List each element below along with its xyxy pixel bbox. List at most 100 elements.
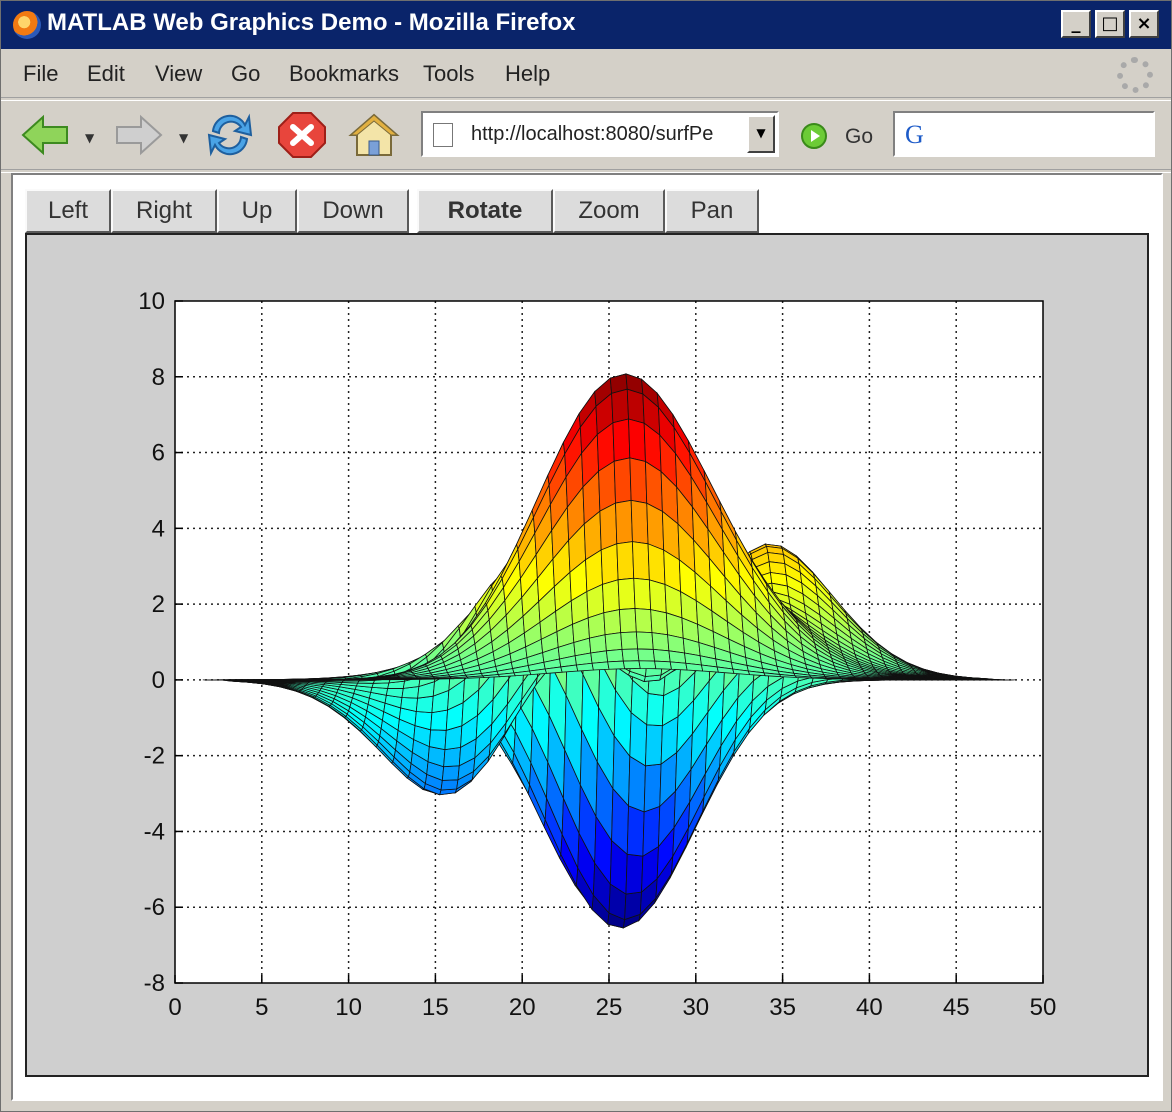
- x-tick-label: 50: [1030, 994, 1057, 1021]
- surface-patch: [628, 418, 646, 462]
- surface-patch: [604, 632, 623, 652]
- forward-icon[interactable]: [111, 109, 165, 161]
- right-button[interactable]: Right: [111, 189, 217, 233]
- surface-patch: [611, 388, 629, 424]
- search-box[interactable]: G: [893, 111, 1155, 157]
- window-title: MATLAB Web Graphics Demo - Mozilla Firef…: [47, 9, 576, 36]
- down-button[interactable]: Down: [297, 189, 409, 233]
- x-tick-label: 10: [335, 994, 362, 1021]
- surface-patch: [371, 682, 390, 689]
- surface-patch: [638, 660, 657, 670]
- up-button[interactable]: Up: [217, 189, 297, 233]
- surface-patch: [612, 418, 631, 462]
- surface-patch: [654, 660, 672, 670]
- x-tick-label: 0: [168, 994, 181, 1021]
- surface-patch: [618, 608, 637, 634]
- surface-patch: [622, 660, 641, 670]
- surface-patch: [575, 662, 594, 672]
- surface-plot[interactable]: 0 5 10 15 20 25 30 35 40 45 50 -8 -6 -4 -2 0 2 4 6 8 10: [27, 235, 1147, 1075]
- surface-patch: [652, 648, 671, 663]
- surface-patch: [668, 650, 687, 664]
- menu-edit[interactable]: Edit: [87, 61, 125, 87]
- x-tick-label: 30: [682, 994, 709, 1021]
- menu-file[interactable]: File: [23, 61, 58, 87]
- y-tick-label: 0: [152, 667, 165, 694]
- surface-patch: [590, 650, 609, 664]
- surface-patch: [626, 388, 645, 424]
- title-bar[interactable]: MATLAB Web Graphics Demo - Mozilla Firef…: [1, 1, 1171, 49]
- surface-patch: [589, 634, 607, 654]
- surface-patch: [645, 724, 663, 767]
- surface-patch: [629, 457, 648, 504]
- y-tick-label: -6: [144, 894, 165, 921]
- menu-bar: File Edit View Go Bookmarks Tools Help: [1, 51, 1171, 95]
- x-tick-label: 25: [596, 994, 623, 1021]
- maximize-button[interactable]: □: [1095, 10, 1125, 38]
- surface-patch: [615, 499, 633, 545]
- rotate-button[interactable]: Rotate: [417, 189, 553, 233]
- surface-patch: [667, 634, 685, 654]
- figure-panel[interactable]: 0 5 10 15 20 25 30 35 40 45 50 -8 -6 -4 -2 0 2 4 6 8 10: [25, 233, 1149, 1077]
- left-button[interactable]: Left: [25, 189, 111, 233]
- x-tick-label: 40: [856, 994, 883, 1021]
- surface-patch: [650, 609, 669, 636]
- browser-window: MATLAB Web Graphics Demo - Mozilla Firef…: [0, 0, 1172, 1112]
- surface-patch: [857, 678, 875, 680]
- x-tick-label: 5: [255, 994, 268, 1021]
- surface-patch: [621, 648, 640, 662]
- x-tick-label: 35: [769, 994, 796, 1021]
- menu-tools[interactable]: Tools: [423, 61, 474, 87]
- reload-icon[interactable]: [203, 109, 257, 161]
- y-tick-label: 8: [152, 364, 165, 391]
- pan-button[interactable]: Pan: [665, 189, 759, 233]
- close-button[interactable]: ×: [1129, 10, 1159, 38]
- surface-patch: [428, 729, 447, 751]
- y-tick-label: 4: [152, 515, 165, 542]
- zoom-button[interactable]: Zoom: [553, 189, 665, 233]
- surface-patch: [602, 579, 620, 614]
- go-button-label[interactable]: Go: [845, 125, 873, 149]
- surface-patch: [633, 577, 652, 611]
- address-bar[interactable]: http://localhost:8080/surfPe ▼: [421, 111, 779, 157]
- surface-patch: [625, 853, 644, 895]
- surface-patch: [599, 502, 618, 551]
- surface-patch: [435, 677, 455, 680]
- x-tick-label: 45: [943, 994, 970, 1021]
- menu-bookmarks[interactable]: Bookmarks: [289, 61, 399, 87]
- surface-patch: [603, 609, 622, 636]
- x-tick-label: 15: [422, 994, 449, 1021]
- surface-patch: [600, 543, 619, 585]
- surface-patch: [651, 632, 670, 652]
- address-dropdown-button[interactable]: ▼: [747, 115, 775, 153]
- minimize-button[interactable]: _: [1061, 10, 1091, 38]
- home-icon[interactable]: [347, 109, 401, 161]
- surface-patch: [613, 457, 632, 504]
- surface-patch: [420, 678, 438, 680]
- menu-help[interactable]: Help: [505, 61, 550, 87]
- surface-patch: [430, 709, 448, 731]
- forward-dropdown-icon[interactable]: ▼: [179, 131, 188, 145]
- surface-patch: [620, 631, 639, 650]
- throbber-icon: [1117, 57, 1153, 93]
- back-dropdown-icon[interactable]: ▼: [85, 131, 94, 145]
- surface-patch: [616, 541, 635, 581]
- menu-view[interactable]: View: [155, 61, 202, 87]
- surface-patch: [648, 579, 667, 614]
- back-icon[interactable]: [19, 109, 73, 161]
- surface-patch: [637, 648, 656, 662]
- go-icon[interactable]: [801, 123, 827, 149]
- y-tick-label: -8: [144, 970, 165, 997]
- y-tick-label: 2: [152, 591, 165, 618]
- stop-icon[interactable]: [275, 109, 329, 161]
- menu-go[interactable]: Go: [231, 61, 260, 87]
- address-input[interactable]: http://localhost:8080/surfPe: [471, 123, 741, 146]
- surface-patch: [635, 631, 654, 650]
- surface-patch: [404, 678, 422, 680]
- surface-patch: [443, 746, 462, 768]
- surface-patch: [626, 805, 645, 857]
- google-search-icon[interactable]: G: [905, 121, 931, 149]
- y-tick-label: 6: [152, 440, 165, 467]
- surface-patch: [591, 661, 610, 671]
- surface-patch: [634, 608, 653, 634]
- surface-patch: [841, 678, 860, 680]
